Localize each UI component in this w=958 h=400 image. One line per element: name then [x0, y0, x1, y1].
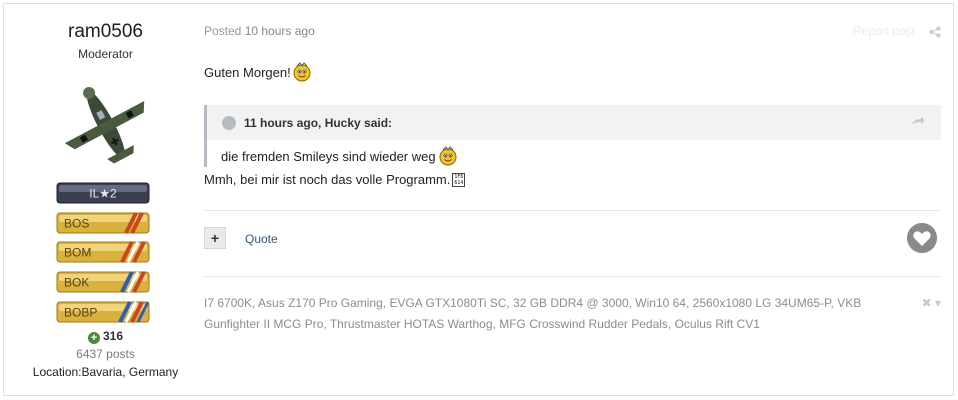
author-group: Moderator — [78, 47, 133, 61]
missing-glyph-box: 1F6 614 — [452, 172, 466, 187]
quote-body: die fremden Smileys sind wieder weg — [221, 146, 458, 166]
quote-header: 11 hours ago, Hucky said: — [207, 105, 941, 140]
badge-bok: BOK — [56, 271, 150, 293]
forum-post: ram0506 Moderator IL★2 BOS BOM BOK BOBP … — [3, 3, 954, 396]
badge-il2-label: IL★2 — [89, 187, 117, 201]
report-post-link[interactable]: Report post — [853, 24, 915, 38]
divider — [204, 276, 941, 277]
divider — [204, 210, 941, 211]
badge-bos: BOS — [56, 212, 150, 234]
smiley-icon — [439, 146, 457, 166]
badge-bom: BOM — [56, 241, 150, 263]
badge-bok-label: BOK — [64, 276, 89, 290]
reply-arrow-icon[interactable] — [911, 116, 925, 128]
quote-block: 11 hours ago, Hucky said: die fremden Sm… — [204, 105, 941, 167]
badge-il2: IL★2 — [56, 182, 150, 204]
quote-button[interactable]: Quote — [245, 232, 278, 246]
quote-text: die fremden Smileys sind wieder weg — [221, 148, 436, 164]
author-username[interactable]: ram0506 — [4, 21, 207, 43]
badge-bom-label: BOM — [64, 246, 91, 260]
greeting-text: Guten Morgen! — [204, 64, 291, 80]
post-meta: Posted 10 hours ago — [204, 24, 315, 38]
signature: I7 6700K, Asus Z170 Pro Gaming, EVGA GTX… — [204, 296, 862, 331]
multiquote-plus-button[interactable]: + — [204, 227, 226, 249]
badge-bobp-label: BOBP — [64, 306, 97, 320]
posted-prefix: Posted — [204, 24, 242, 38]
posted-time[interactable]: 10 hours ago — [245, 24, 315, 38]
reputation-value: 316 — [102, 329, 124, 343]
avatar[interactable] — [52, 70, 158, 176]
smiley-icon — [293, 62, 311, 82]
share-icon[interactable] — [929, 26, 941, 38]
reply-text: Mmh, bei mir ist noch das volle Programm… — [204, 172, 451, 187]
quote-citation[interactable]: 11 hours ago, Hucky said: — [244, 116, 392, 130]
post-reply-text: Mmh, bei mir ist noch das volle Programm… — [204, 172, 466, 187]
signature-close-icon[interactable]: ✖ ▾ — [922, 296, 941, 310]
post-count: 6437 posts — [76, 347, 135, 361]
reputation[interactable]: +316 — [4, 329, 207, 344]
badge-bobp: BOBP — [56, 301, 150, 323]
like-heart-icon[interactable] — [907, 223, 937, 253]
quote-circle-icon — [222, 116, 236, 130]
plus-circle-icon: + — [87, 332, 100, 344]
author-panel: ram0506 Moderator IL★2 BOS BOM BOK BOBP … — [4, 4, 207, 395]
author-location: Location:Bavaria, Germany — [32, 365, 179, 379]
badge-bos-label: BOS — [64, 217, 89, 231]
post-greeting: Guten Morgen! — [204, 62, 312, 82]
